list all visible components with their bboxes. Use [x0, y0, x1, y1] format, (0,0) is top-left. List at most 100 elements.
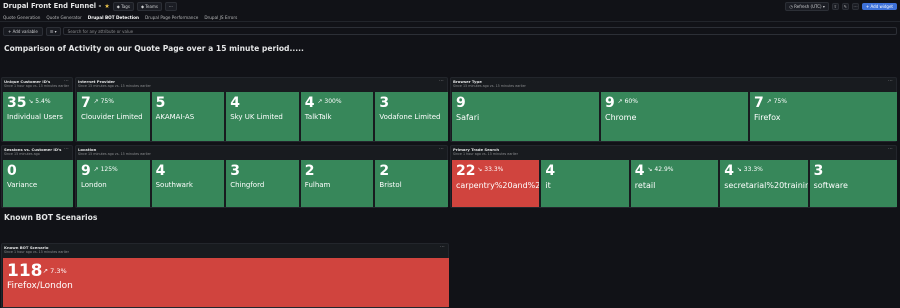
tile-value: 9 — [605, 95, 615, 111]
stat-tile[interactable]: 2 Bristol — [375, 160, 448, 207]
variables-bar: + Add variable ☰ ▾ Search for any attrib… — [0, 26, 900, 36]
section-heading-comparison: Comparison of Activity on our Quote Page… — [4, 44, 304, 53]
share-icon[interactable]: ⇪ — [831, 2, 839, 10]
panel-location: Location Since 15 minutes ago vs. 15 minu… — [75, 145, 448, 208]
tile-label: Variance — [7, 181, 38, 189]
tile-label: Clouvider Limited — [81, 113, 143, 121]
stat-tile[interactable]: 3 Vodafone Limited — [375, 92, 448, 141]
stat-tile[interactable]: 118 ↗ 7.3% Firefox/London — [3, 258, 449, 307]
panel-known-bot-scenario: Known BOT Scenario Since 1 hour ago vs. 1… — [1, 243, 449, 308]
stat-tile[interactable]: 7 ↗ 75% Firefox — [750, 92, 897, 141]
tile-value: 118 — [7, 261, 43, 281]
stat-tile[interactable]: 4 ↗ 300% TalkTalk — [300, 92, 374, 141]
tile-delta: ↘ 42.9% — [647, 166, 674, 173]
tile-value: 4 — [634, 163, 645, 179]
stat-tile[interactable]: 9 ↗ 60% Chrome — [601, 92, 748, 141]
tile-label: Individual Users — [7, 113, 63, 121]
tile-value: 9 — [456, 95, 466, 111]
panel-browser-type: Browser Type Since 15 minutes ago vs. 15 … — [450, 77, 897, 142]
tile-value: 5 — [155, 95, 166, 111]
page-tabs: Quote Generation Quote Generator Drupal … — [0, 13, 900, 22]
tile-delta: ↗ 300% — [317, 98, 342, 105]
tile-value: 4 — [545, 163, 556, 179]
tile-label: Chrome — [605, 113, 637, 122]
tile-label: Firefox/London — [7, 281, 73, 291]
tab-drupal-js-errors[interactable]: Drupal JS Errors — [204, 15, 237, 20]
panel-subtitle: Since 1 hour ago vs. 15 minutes earlier — [4, 84, 69, 88]
stat-tile[interactable]: 9 ↗ 125% London — [77, 160, 150, 207]
stat-tile[interactable]: 4 Sky UK Limited — [226, 92, 299, 141]
tile-value: 4 — [724, 163, 734, 179]
stat-tile[interactable]: 9 Safari — [452, 92, 599, 141]
more-icon[interactable]: ··· — [164, 1, 177, 11]
panel-menu-icon[interactable]: ⋯ — [888, 78, 893, 84]
stat-tile[interactable]: 4 Southwark — [151, 160, 225, 207]
filter-search-input[interactable]: Search for any attribute or value — [62, 27, 897, 35]
panel-menu-icon[interactable]: ⋯ — [64, 78, 69, 84]
stat-tile[interactable]: 35 ↘ 5.4% Individual Users — [3, 92, 73, 141]
tile-value: 0 — [7, 163, 17, 179]
dashboard-title[interactable]: Drupal Front End Funnel - — [3, 2, 101, 10]
panel-internet-provider: Internet Provider Since 15 minutes ago vs… — [75, 77, 448, 142]
tile-value: 2 — [379, 163, 390, 179]
tab-drupal-page-performance[interactable]: Drupal Page Performance — [145, 15, 198, 20]
tile-value: 7 — [754, 95, 764, 111]
tile-label: Bristol — [379, 181, 402, 189]
top-bar: Drupal Front End Funnel - ★ ◆ Tags ◆ Tea… — [0, 0, 900, 12]
panel-subtitle: Since 1 hour ago vs. 15 minutes earlier — [453, 152, 518, 156]
tile-label: it — [545, 181, 551, 190]
panel-menu-icon[interactable]: ⋯ — [439, 78, 444, 84]
panel-subtitle: Since 1 hour ago vs. 15 minutes earlier — [4, 250, 69, 254]
section-heading-bots: Known BOT Scenarios — [4, 213, 98, 222]
tab-quote-generation[interactable]: Quote Generation — [3, 15, 40, 20]
tile-label: Firefox — [754, 113, 781, 122]
tab-quote-generator[interactable]: Quote Generator — [46, 15, 81, 20]
panel-subtitle: Since 15 minutes ago vs. 15 minutes earl… — [78, 152, 151, 156]
tile-label: AKAMAI-AS — [155, 113, 195, 121]
stat-tile[interactable]: 3 Chingford — [226, 160, 299, 207]
refresh-picker[interactable]: ◷ Refresh (UTC) ▾ — [785, 1, 829, 11]
stat-tile[interactable]: 4 it — [541, 160, 629, 207]
tags-label: Tags — [121, 3, 130, 9]
panel-menu-icon[interactable]: ⋯ — [439, 146, 444, 152]
tile-value: 4 — [230, 95, 240, 111]
tab-drupal-bot-detection[interactable]: Drupal BOT Detection — [88, 15, 139, 20]
panel-menu-icon[interactable]: ⋯ — [440, 244, 445, 250]
add-variable-button[interactable]: + Add variable — [3, 26, 43, 36]
add-widget-button[interactable]: + Add widget — [861, 2, 897, 10]
stat-tile[interactable]: 2 Fulham — [300, 160, 374, 207]
tile-value: 4 — [155, 163, 166, 179]
tile-value: 3 — [230, 163, 240, 179]
refresh-label: Refresh (UTC) — [794, 3, 822, 9]
stat-tile[interactable]: 3 software — [809, 160, 897, 207]
stat-tile[interactable]: 22↘ 33.3% carpentry%20and%20joinery — [452, 160, 540, 207]
tile-label: Sky UK Limited — [230, 113, 283, 121]
tile-label: Fulham — [304, 181, 331, 189]
tile-label: carpentry%20and%20joinery — [456, 181, 540, 190]
teams-label: Teams — [145, 3, 158, 9]
stat-tile[interactable]: 7 ↗ 75% Clouvider Limited — [77, 92, 150, 141]
tile-label: London — [81, 181, 107, 189]
panel-subtitle: Since 15 minutes ago vs. 15 minutes earl… — [453, 84, 526, 88]
tags-button[interactable]: ◆ Tags — [112, 1, 134, 11]
stat-tile[interactable]: 4 ↘ 33.3% secretarial%20training — [720, 160, 808, 207]
stat-tile[interactable]: 4 ↘ 42.9% retail — [630, 160, 719, 207]
filter-icon[interactable]: ☰ ▾ — [45, 26, 61, 36]
panel-primary-trade-search: Primary Trade Search Since 1 hour ago vs.… — [450, 145, 897, 208]
tile-label: Safari — [456, 113, 480, 122]
tile-value: 3 — [379, 95, 390, 111]
tile-delta: ↗ 75% — [766, 98, 787, 105]
tile-label: secretarial%20training — [724, 181, 808, 190]
edit-icon[interactable]: ✎ — [841, 2, 849, 10]
panel-menu-icon[interactable]: ⋯ — [888, 146, 893, 152]
tile-delta: ↗ 125% — [93, 166, 118, 173]
teams-button[interactable]: ◆ Teams — [136, 1, 162, 11]
panel-sessions-vs-customer-id-s: Sessions vs. Customer ID's Since 15 minut… — [1, 145, 73, 208]
more-options-icon[interactable]: ⋯ — [851, 2, 859, 10]
stat-tile[interactable]: 5 AKAMAI-AS — [151, 92, 225, 141]
tile-delta: ↗ 60% — [617, 98, 638, 105]
panel-menu-icon[interactable]: ⋯ — [64, 146, 69, 152]
tile-value: 4 — [304, 95, 315, 111]
star-icon[interactable]: ★ — [104, 3, 109, 10]
stat-tile[interactable]: 0 Variance — [3, 160, 73, 207]
